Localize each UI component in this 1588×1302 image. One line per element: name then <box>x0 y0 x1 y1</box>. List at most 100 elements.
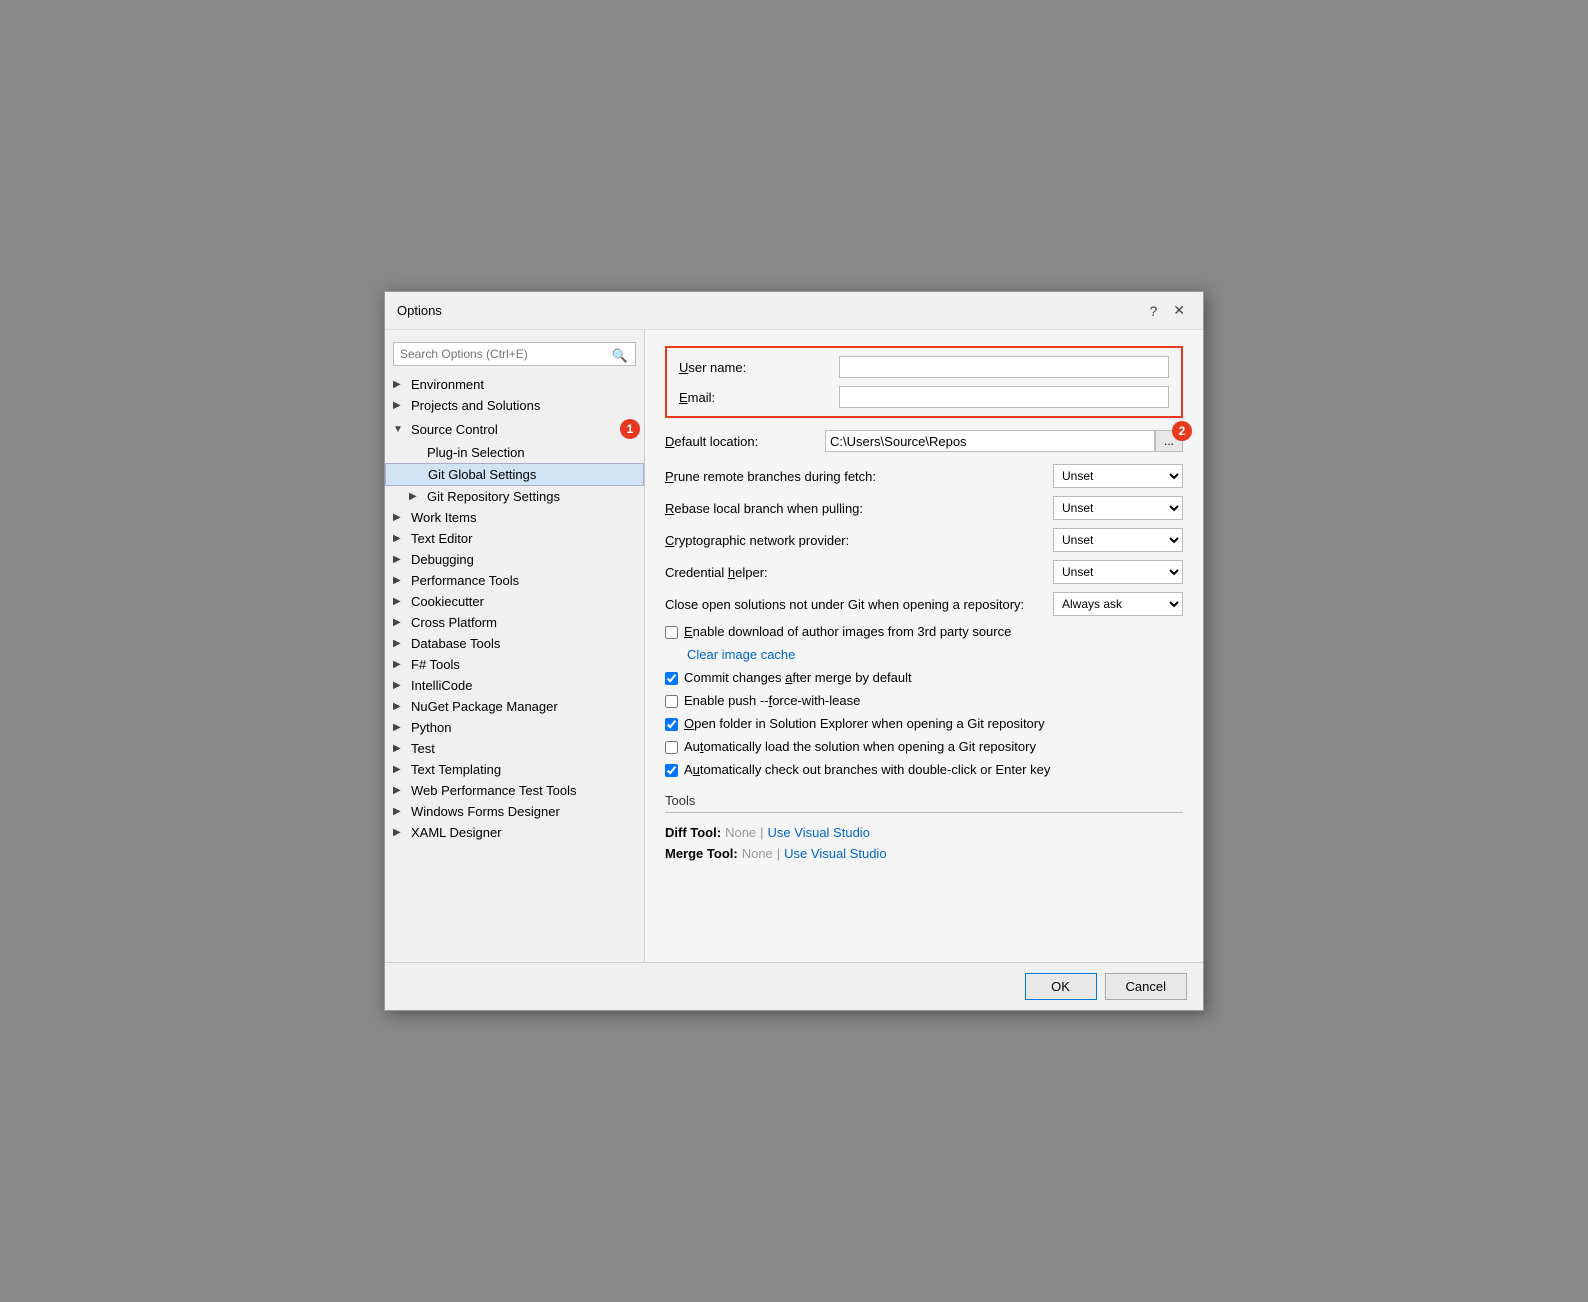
arrow-text-editor: ▶ <box>393 533 409 544</box>
arrow-environment: ▶ <box>393 379 409 390</box>
sidebar-item-text-templating[interactable]: ▶ Text Templating <box>385 759 644 780</box>
sidebar-item-intellicode[interactable]: ▶ IntelliCode <box>385 675 644 696</box>
arrow-fsharp: ▶ <box>393 659 409 670</box>
diff-none-value: None <box>725 825 756 840</box>
default-location-row: Default location: ... 2 <box>665 430 1183 452</box>
sidebar-item-database-tools[interactable]: ▶ Database Tools <box>385 633 644 654</box>
arrow-database: ▶ <box>393 638 409 649</box>
search-input[interactable] <box>393 342 636 366</box>
enable-images-checkbox[interactable] <box>665 626 678 639</box>
open-folder-label: Open folder in Solution Explorer when op… <box>684 716 1045 731</box>
auto-checkout-row: Automatically check out branches with do… <box>665 762 1183 777</box>
close-solutions-dropdown[interactable]: Always ask Yes No <box>1053 592 1183 616</box>
tools-section: Tools <box>665 793 1183 813</box>
ok-button[interactable]: OK <box>1025 973 1097 1000</box>
browse-button[interactable]: ... 2 <box>1155 430 1183 452</box>
auto-load-checkbox[interactable] <box>665 741 678 754</box>
rebase-dropdown[interactable]: Unset True False <box>1053 496 1183 520</box>
arrow-test: ▶ <box>393 743 409 754</box>
sidebar-item-fsharp-tools[interactable]: ▶ F# Tools <box>385 654 644 675</box>
sidebar-item-git-repo-settings[interactable]: ▶ Git Repository Settings <box>385 486 644 507</box>
cancel-button[interactable]: Cancel <box>1105 973 1187 1000</box>
diff-tool-label: Diff Tool: <box>665 825 721 840</box>
sidebar-item-windows-forms[interactable]: ▶ Windows Forms Designer <box>385 801 644 822</box>
arrow-intellicode: ▶ <box>393 680 409 691</box>
sidebar-item-label: Text Templating <box>411 762 640 777</box>
default-location-input[interactable] <box>825 430 1155 452</box>
tools-divider <box>665 812 1183 813</box>
sidebar-item-label: Web Performance Test Tools <box>411 783 640 798</box>
arrow-git-repo: ▶ <box>409 491 425 502</box>
commit-changes-label: Commit changes after merge by default <box>684 670 912 685</box>
merge-visual-studio-link[interactable]: Use Visual Studio <box>784 846 886 861</box>
sidebar-item-test[interactable]: ▶ Test <box>385 738 644 759</box>
credential-dropdown[interactable]: Unset GCM Core GCM <box>1053 560 1183 584</box>
crypto-label: Cryptographic network provider: <box>665 533 1053 548</box>
sidebar-item-label: F# Tools <box>411 657 640 672</box>
commit-changes-checkbox[interactable] <box>665 672 678 685</box>
content-area: 🔍 ▶ Environment ▶ Projects and Solutions… <box>385 330 1203 962</box>
diff-visual-studio-link[interactable]: Use Visual Studio <box>768 825 870 840</box>
sidebar-item-label: NuGet Package Manager <box>411 699 640 714</box>
prune-row: Prune remote branches during fetch: Unse… <box>665 464 1183 488</box>
open-folder-row: Open folder in Solution Explorer when op… <box>665 716 1183 731</box>
default-location-label: Default location: <box>665 434 825 449</box>
enable-push-checkbox[interactable] <box>665 695 678 708</box>
sidebar-item-xaml-designer[interactable]: ▶ XAML Designer <box>385 822 644 843</box>
arrow-performance: ▶ <box>393 575 409 586</box>
arrow-git-global <box>410 469 426 480</box>
email-label: Email: <box>679 390 839 405</box>
sidebar-item-nuget[interactable]: ▶ NuGet Package Manager <box>385 696 644 717</box>
crypto-row: Cryptographic network provider: Unset Op… <box>665 528 1183 552</box>
email-row: Email: <box>679 386 1169 408</box>
clear-cache-link[interactable]: Clear image cache <box>687 647 795 662</box>
arrow-web-perf: ▶ <box>393 785 409 796</box>
arrow-projects: ▶ <box>393 400 409 411</box>
prune-label: Prune remote branches during fetch: <box>665 469 1053 484</box>
arrow-cookiecutter: ▶ <box>393 596 409 607</box>
badge-1: 1 <box>620 419 640 439</box>
auto-load-row: Automatically load the solution when ope… <box>665 739 1183 754</box>
help-button[interactable]: ? <box>1143 301 1163 321</box>
sidebar-item-label: Projects and Solutions <box>411 398 640 413</box>
left-panel: 🔍 ▶ Environment ▶ Projects and Solutions… <box>385 330 645 962</box>
sidebar-item-python[interactable]: ▶ Python <box>385 717 644 738</box>
sidebar-item-environment[interactable]: ▶ Environment <box>385 374 644 395</box>
sidebar-item-performance-tools[interactable]: ▶ Performance Tools <box>385 570 644 591</box>
prune-dropdown[interactable]: Unset True False <box>1053 464 1183 488</box>
sidebar-item-label: Python <box>411 720 640 735</box>
email-input[interactable] <box>839 386 1169 408</box>
options-dialog: Options ? ✕ 🔍 ▶ Environment ▶ Project <box>384 291 1204 1011</box>
username-row: User name: <box>679 356 1169 378</box>
user-email-section: User name: Email: <box>665 346 1183 418</box>
sidebar-item-label: Performance Tools <box>411 573 640 588</box>
sidebar-item-label: IntelliCode <box>411 678 640 693</box>
sidebar-item-label: Cross Platform <box>411 615 640 630</box>
sidebar-item-web-perf-test[interactable]: ▶ Web Performance Test Tools <box>385 780 644 801</box>
sidebar-item-plugin-selection[interactable]: Plug-in Selection <box>385 442 644 463</box>
sidebar-item-cross-platform[interactable]: ▶ Cross Platform <box>385 612 644 633</box>
dialog-title: Options <box>397 303 442 318</box>
enable-images-row: Enable download of author images from 3r… <box>665 624 1183 639</box>
sidebar-item-projects-solutions[interactable]: ▶ Projects and Solutions <box>385 395 644 416</box>
merge-tool-label: Merge Tool: <box>665 846 738 861</box>
sidebar-item-label: Cookiecutter <box>411 594 640 609</box>
crypto-dropdown[interactable]: Unset OpenSSL Secure Channel <box>1053 528 1183 552</box>
sidebar-item-text-editor[interactable]: ▶ Text Editor <box>385 528 644 549</box>
sidebar-item-source-control[interactable]: ▼ Source Control 1 <box>385 416 644 442</box>
auto-checkout-label: Automatically check out branches with do… <box>684 762 1050 777</box>
arrow-windows-forms: ▶ <box>393 806 409 817</box>
open-folder-checkbox[interactable] <box>665 718 678 731</box>
arrow-cross-platform: ▶ <box>393 617 409 628</box>
enable-images-label: Enable download of author images from 3r… <box>684 624 1011 639</box>
rebase-label: Rebase local branch when pulling: <box>665 501 1053 516</box>
sidebar-item-work-items[interactable]: ▶ Work Items <box>385 507 644 528</box>
auto-checkout-checkbox[interactable] <box>665 764 678 777</box>
sidebar-item-debugging[interactable]: ▶ Debugging <box>385 549 644 570</box>
sidebar-item-cookiecutter[interactable]: ▶ Cookiecutter <box>385 591 644 612</box>
sidebar-item-git-global-settings[interactable]: Git Global Settings <box>385 463 644 486</box>
close-button[interactable]: ✕ <box>1167 300 1191 321</box>
merge-tool-row: Merge Tool: None | Use Visual Studio <box>665 846 1183 861</box>
clear-cache-row: Clear image cache <box>665 647 1183 662</box>
username-input[interactable] <box>839 356 1169 378</box>
